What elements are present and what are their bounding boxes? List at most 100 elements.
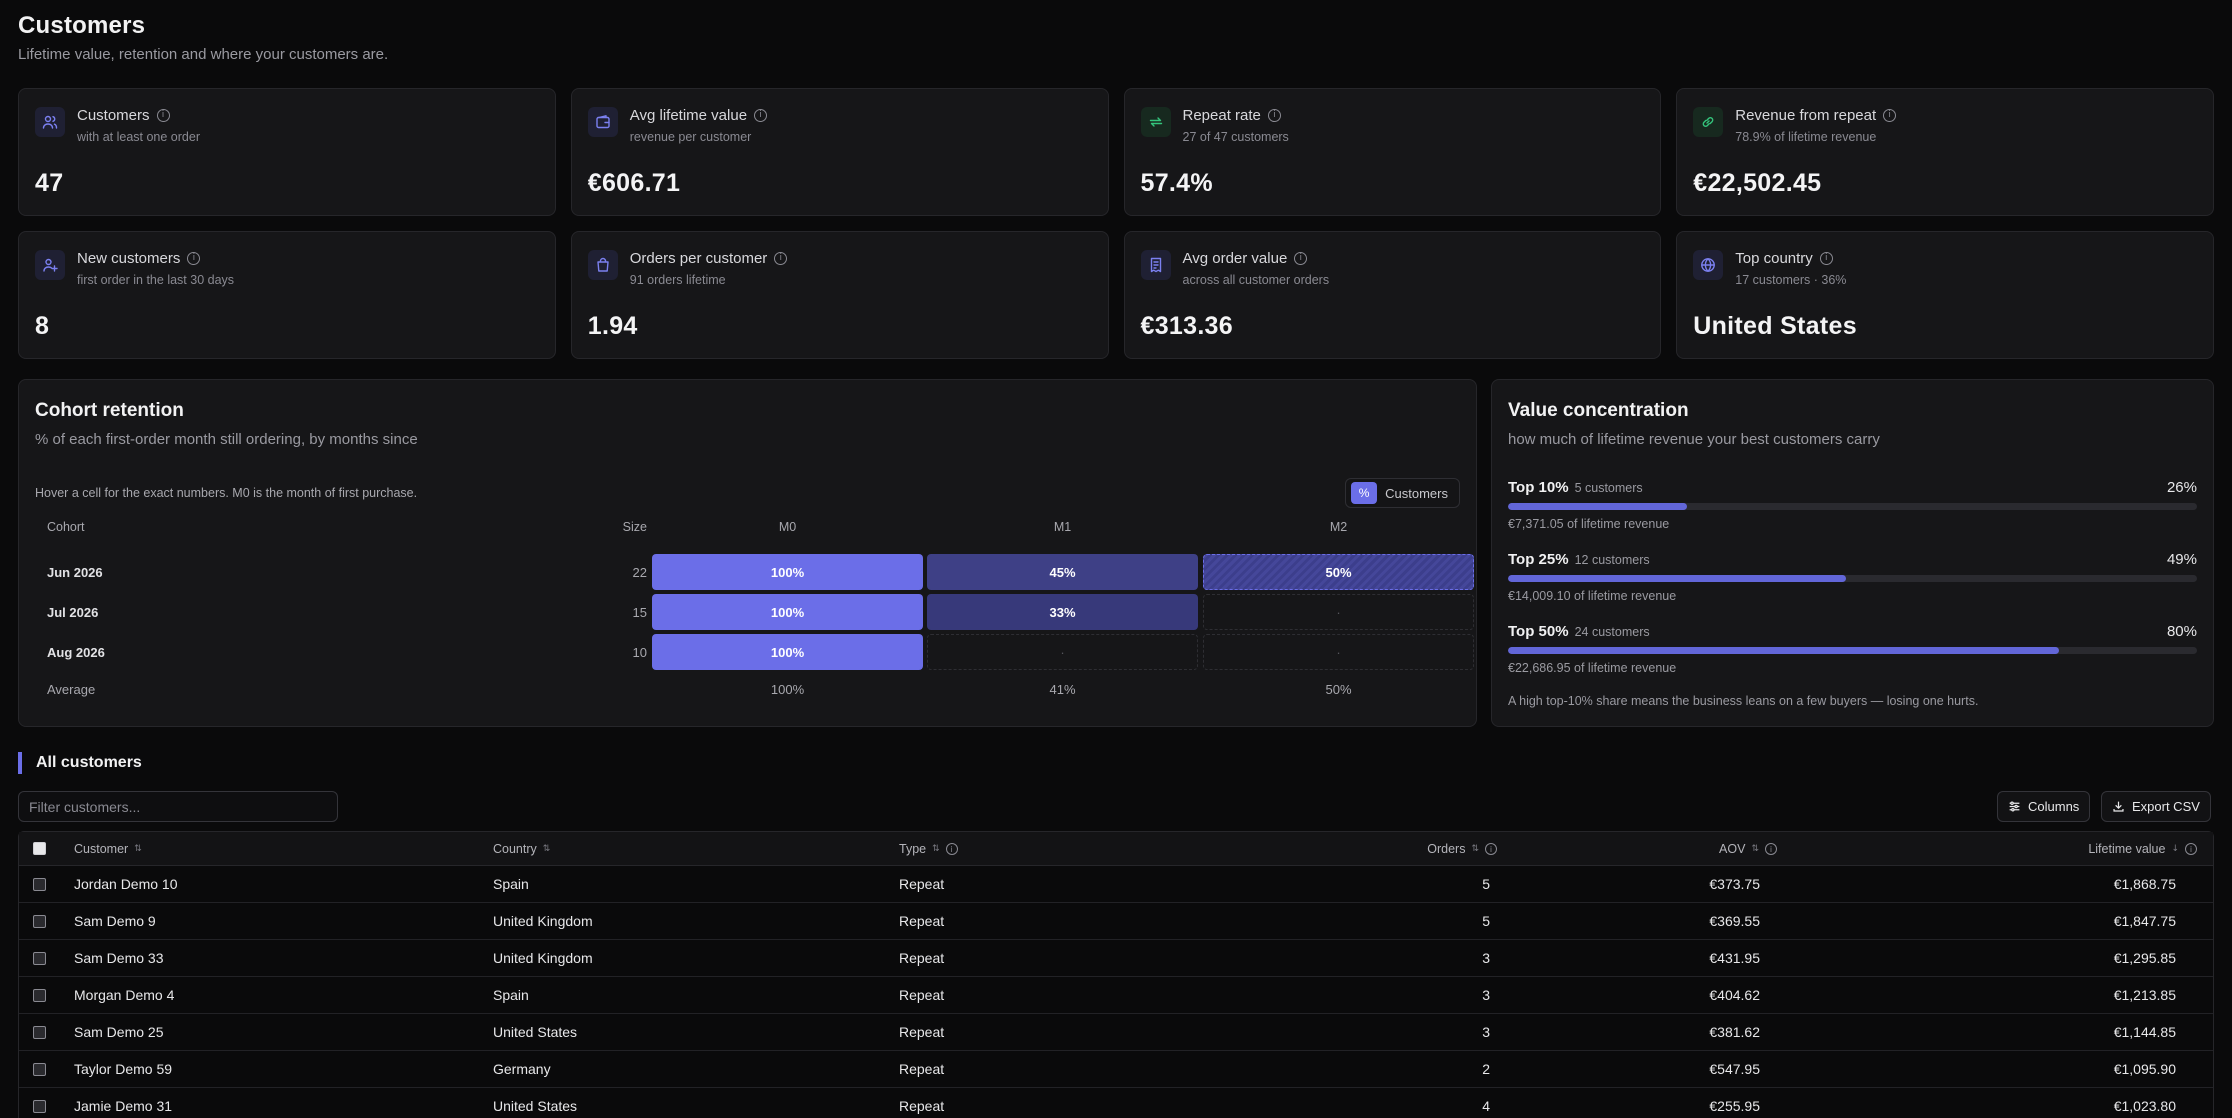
stat-label-row: Avg lifetime value i [630, 107, 768, 124]
page-subtitle: Lifetime value, retention and where your… [18, 46, 389, 63]
info-icon[interactable]: i [1883, 109, 1897, 122]
info-icon[interactable]: i [187, 252, 201, 265]
cohort-cell[interactable]: 45% [927, 554, 1198, 590]
stat-value: United States [1693, 312, 1857, 340]
customer-orders: 3 [1482, 1024, 1490, 1040]
customer-orders: 5 [1482, 913, 1490, 929]
concentration-count: 12 customers [1574, 553, 1650, 567]
size-column-header: Size [622, 520, 647, 534]
link-icon [1702, 117, 1714, 127]
cohort-cell[interactable]: · [1203, 634, 1474, 670]
stat-value: €22,502.45 [1693, 169, 1822, 197]
globe-icon-box [1693, 250, 1724, 280]
user-plus-icon-box [35, 250, 65, 280]
customers-toggle-button[interactable]: Customers [1385, 486, 1454, 501]
cohort-row-size: 22 [632, 565, 647, 580]
percent-toggle-button[interactable]: % [1351, 482, 1378, 504]
month-column-header: M1 [1053, 520, 1072, 534]
stat-card-repeat-rate: Repeat rate i 27 of 47 customers 57.4% [1123, 88, 1662, 216]
customer-name: Sam Demo 25 [74, 1024, 164, 1040]
cohort-cell[interactable]: 50% [1203, 554, 1474, 590]
export-csv-button[interactable]: Export CSV [2101, 791, 2211, 822]
cohort-cell[interactable]: · [1203, 594, 1474, 630]
cohort-row-size: 10 [632, 645, 647, 660]
concentration-bar-track [1508, 503, 2197, 510]
customer-column-header[interactable]: Customer ⇅ [74, 832, 142, 866]
row-checkbox[interactable] [33, 915, 46, 928]
info-icon[interactable]: i [754, 109, 768, 122]
row-checkbox[interactable] [33, 1026, 46, 1039]
info-icon[interactable]: i [2185, 843, 2197, 855]
customer-aov: €369.55 [1709, 913, 1760, 929]
table-row[interactable]: Jamie Demo 31 United States Repeat 4 €25… [19, 1088, 2213, 1118]
row-checkbox[interactable] [33, 1100, 46, 1113]
cohort-row-label: Jul 2026 [47, 605, 99, 620]
info-icon[interactable]: i [774, 252, 788, 265]
stat-sublabel: revenue per customer [629, 130, 752, 144]
info-icon[interactable]: i [1294, 252, 1308, 265]
type-column-header[interactable]: Type ⇅ i [899, 832, 958, 866]
info-icon[interactable]: i [1267, 109, 1281, 122]
customers-table: Customer ⇅ Country ⇅ Type ⇅ i Orders ⇅ i AOV ⇅ i… [18, 831, 2214, 1118]
customer-lifetime-value: €1,144.85 [2113, 1024, 2176, 1040]
columns-button[interactable]: Columns [1997, 791, 2091, 822]
customer-name: Sam Demo 9 [74, 913, 156, 929]
country-column-header[interactable]: Country ⇅ [493, 832, 550, 866]
users-icon [42, 115, 58, 129]
table-row[interactable]: Morgan Demo 4 Spain Repeat 3 €404.62 €1,… [19, 977, 2213, 1014]
orders-column-header[interactable]: Orders ⇅ i [1319, 832, 1497, 866]
customers-table-body: Jordan Demo 10 Spain Repeat 5 €373.75 €1… [19, 866, 2213, 1118]
concentration-bar-fill [1508, 575, 1846, 582]
table-row[interactable]: Taylor Demo 59 Germany Repeat 2 €547.95 … [19, 1051, 2213, 1088]
table-row[interactable]: Jordan Demo 10 Spain Repeat 5 €373.75 €1… [19, 866, 2213, 903]
row-checkbox[interactable] [33, 989, 46, 1002]
row-checkbox[interactable] [33, 1063, 46, 1076]
customer-name: Jamie Demo 31 [74, 1098, 173, 1114]
cohort-column-header: Cohort [47, 520, 85, 534]
customer-aov: €547.95 [1709, 1061, 1760, 1077]
concentration-count: 5 customers [1574, 481, 1643, 495]
info-icon[interactable]: i [156, 109, 170, 122]
concentration-label: Top 25% [1508, 551, 1569, 568]
row-checkbox[interactable] [33, 952, 46, 965]
stat-value: €606.71 [587, 169, 681, 197]
customer-lifetime-value: €1,295.85 [2113, 950, 2176, 966]
table-row[interactable]: Sam Demo 25 United States Repeat 3 €381.… [19, 1014, 2213, 1051]
table-row[interactable]: Sam Demo 33 United Kingdom Repeat 3 €431… [19, 940, 2213, 977]
customer-type: Repeat [899, 1061, 945, 1077]
cohort-cell[interactable]: 100% [652, 634, 923, 670]
stat-value: 57.4% [1140, 169, 1213, 197]
cohort-cell[interactable]: 100% [652, 594, 923, 630]
lifetime-value-column-header[interactable]: Lifetime value ↓ i [1999, 832, 2197, 866]
concentration-title: Value concentration [1508, 400, 1689, 421]
stat-sublabel: 17 customers · 36% [1735, 273, 1847, 287]
concentration-percent: 26% [2166, 479, 2197, 496]
concentration-percent: 80% [2166, 623, 2197, 640]
stat-value: 8 [35, 312, 50, 340]
filter-customers-input[interactable] [18, 791, 338, 822]
customer-orders: 5 [1482, 876, 1490, 892]
stat-sublabel: first order in the last 30 days [77, 273, 235, 287]
row-checkbox[interactable] [33, 878, 46, 891]
concentration-bar-fill [1508, 647, 2060, 654]
concentration-revenue: €7,371.05 of lifetime revenue [1508, 517, 1670, 531]
orders-header-label: Orders [1427, 842, 1466, 856]
concentration-row: Top 25% 12 customers 49% €14,009.10 of li… [1508, 551, 2197, 611]
info-icon[interactable]: i [1819, 252, 1833, 265]
aov-column-header[interactable]: AOV ⇅ i [1599, 832, 1777, 866]
info-icon[interactable]: i [945, 843, 958, 855]
info-icon[interactable]: i [1765, 843, 1777, 855]
customer-orders: 2 [1482, 1061, 1490, 1077]
cohort-cell[interactable]: 100% [652, 554, 923, 590]
customer-country: United Kingdom [493, 913, 593, 929]
stat-cards: Customers i with at least one order 47 A… [18, 88, 2214, 359]
cohort-cell[interactable]: 33% [927, 594, 1198, 630]
cohort-cell[interactable]: · [927, 634, 1198, 670]
select-all-checkbox[interactable] [33, 842, 46, 855]
table-row[interactable]: Sam Demo 9 United Kingdom Repeat 5 €369.… [19, 903, 2213, 940]
page-title: Customers [18, 12, 146, 39]
cohort-subtitle: % of each first-order month still orderi… [35, 431, 418, 448]
info-icon[interactable]: i [1485, 843, 1497, 855]
cohort-mode-toggle: % Customers [1345, 478, 1460, 508]
all-customers-heading: All customers [18, 752, 142, 774]
